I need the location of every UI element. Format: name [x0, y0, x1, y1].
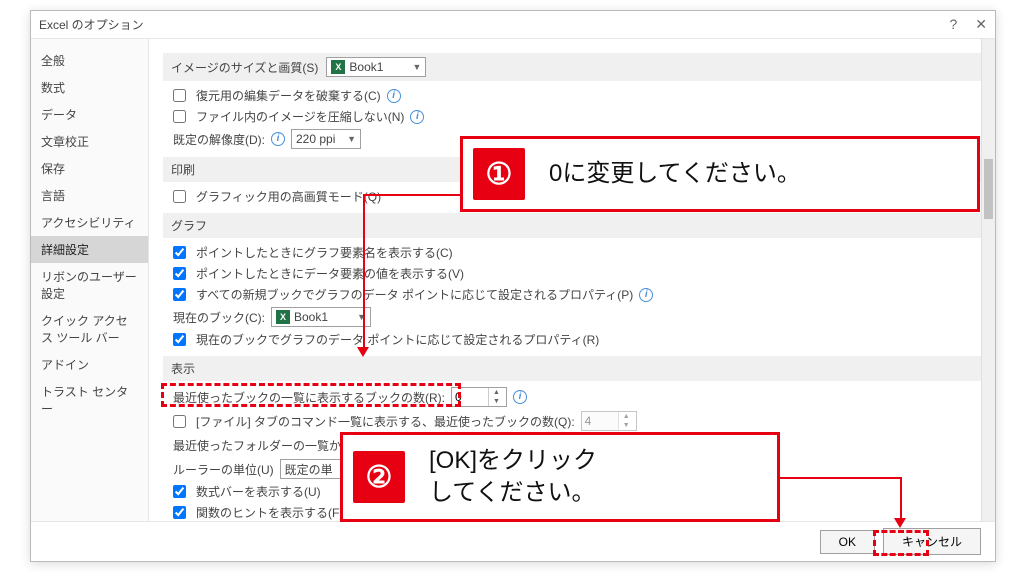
current-book-dropdown[interactable]: X Book1 ▼	[271, 307, 371, 327]
hq-graphics-checkbox[interactable]	[173, 190, 186, 203]
help-icon[interactable]: ?	[949, 16, 957, 33]
annotation-highlight-1	[161, 383, 461, 407]
dialog-footer: OK キャンセル	[31, 521, 995, 561]
discard-edit-checkbox[interactable]	[173, 89, 186, 102]
all-new-books-label: すべての新規ブックでグラフのデータ ポイントに応じて設定されるプロパティ(P)	[196, 286, 633, 303]
annotation-text-2: [OK]をクリック してください。	[415, 445, 611, 510]
sidebar-item-save[interactable]: 保存	[31, 155, 148, 182]
file-tab-cmd-checkbox[interactable]	[173, 415, 186, 428]
file-tab-spinner[interactable]: ▲▼	[581, 411, 637, 431]
info-icon[interactable]: i	[271, 132, 285, 146]
show-elem-value-label: ポイントしたときにデータ要素の値を表示する(V)	[196, 265, 464, 282]
close-icon[interactable]: ✕	[975, 16, 987, 33]
hq-graphics-label: グラフィック用の高画質モード(Q)	[196, 188, 381, 205]
window-title: Excel のオプション	[39, 16, 144, 33]
show-elem-name-checkbox[interactable]	[173, 246, 186, 259]
annotation-badge-2: ②	[353, 451, 405, 503]
image-book-dropdown[interactable]: X Book1 ▼	[326, 57, 426, 77]
spin-down-icon[interactable]: ▼	[489, 397, 504, 406]
sidebar-item-qat[interactable]: クイック アクセス ツール バー	[31, 307, 148, 351]
annotation-arrowhead-1	[357, 347, 369, 357]
ok-button[interactable]: OK	[820, 530, 875, 554]
sidebar-item-advanced[interactable]: 詳細設定	[31, 236, 148, 263]
ruler-unit-label: ルーラーの単位(U)	[173, 461, 274, 478]
chevron-down-icon: ▼	[347, 134, 356, 144]
sidebar-item-proofing[interactable]: 文章校正	[31, 128, 148, 155]
sidebar-item-accessibility[interactable]: アクセシビリティ	[31, 209, 148, 236]
current-book-prop-checkbox[interactable]	[173, 333, 186, 346]
file-tab-cmd-label: [ファイル] タブのコマンド一覧に表示する、最近使ったブックの数(Q):	[196, 413, 575, 430]
sidebar-item-trust[interactable]: トラスト センター	[31, 378, 148, 422]
chevron-down-icon: ▼	[412, 62, 421, 72]
annotation-callout-2: ② [OK]をクリック してください。	[340, 432, 780, 522]
scrollbar-thumb[interactable]	[984, 159, 993, 219]
annotation-arrowhead-2	[894, 518, 906, 528]
annotation-arrow-2-v	[900, 477, 902, 519]
info-icon[interactable]: i	[513, 390, 527, 404]
sidebar-item-language[interactable]: 言語	[31, 182, 148, 209]
annotation-badge-1: ①	[473, 148, 525, 200]
show-formula-bar-checkbox[interactable]	[173, 485, 186, 498]
annotation-arrow-1	[363, 194, 365, 348]
show-elem-value-checkbox[interactable]	[173, 267, 186, 280]
info-icon[interactable]: i	[639, 288, 653, 302]
show-func-hint-label: 関数のヒントを表示する(F)	[196, 504, 343, 521]
sidebar-item-general[interactable]: 全般	[31, 47, 148, 74]
info-icon[interactable]: i	[387, 89, 401, 103]
show-formula-bar-label: 数式バーを表示する(U)	[196, 483, 321, 500]
annotation-arrow-1-h	[363, 194, 460, 196]
sidebar-item-data[interactable]: データ	[31, 101, 148, 128]
sidebar: 全般 数式 データ 文章校正 保存 言語 アクセシビリティ 詳細設定 リボンのユ…	[31, 39, 149, 521]
section-image: イメージのサイズと画質(S) X Book1 ▼	[163, 53, 981, 81]
annotation-text-1: 0に変更してください。	[535, 158, 815, 190]
current-book-label: 現在のブック(C):	[173, 309, 265, 326]
sidebar-item-formulas[interactable]: 数式	[31, 74, 148, 101]
show-func-hint-checkbox[interactable]	[173, 506, 186, 519]
no-compress-checkbox[interactable]	[173, 110, 186, 123]
annotation-arrow-2-h	[780, 477, 900, 479]
default-res-label: 既定の解像度(D):	[173, 131, 265, 148]
file-tab-input[interactable]	[582, 412, 618, 430]
sidebar-item-ribbon[interactable]: リボンのユーザー設定	[31, 263, 148, 307]
excel-icon: X	[276, 310, 290, 324]
show-elem-name-label: ポイントしたときにグラフ要素名を表示する(C)	[196, 244, 453, 261]
content-scrollbar[interactable]	[981, 39, 995, 521]
default-res-dropdown[interactable]: 220 ppi▼	[291, 129, 361, 149]
excel-icon: X	[331, 60, 345, 74]
section-image-label: イメージのサイズと画質(S)	[171, 59, 318, 76]
sidebar-item-addins[interactable]: アドイン	[31, 351, 148, 378]
no-compress-label: ファイル内のイメージを圧縮しない(N)	[196, 108, 404, 125]
spin-up-icon[interactable]: ▲	[489, 388, 504, 397]
section-display: 表示	[163, 356, 981, 381]
current-book-prop-label: 現在のブックでグラフのデータ ポイントに応じて設定されるプロパティ(R)	[196, 331, 599, 348]
section-graph: グラフ	[163, 213, 981, 238]
annotation-highlight-2	[873, 530, 929, 556]
titlebar: Excel のオプション ? ✕	[31, 11, 995, 39]
all-new-books-checkbox[interactable]	[173, 288, 186, 301]
info-icon[interactable]: i	[410, 110, 424, 124]
discard-edit-label: 復元用の編集データを破棄する(C)	[196, 87, 381, 104]
annotation-callout-1: ① 0に変更してください。	[460, 136, 980, 212]
